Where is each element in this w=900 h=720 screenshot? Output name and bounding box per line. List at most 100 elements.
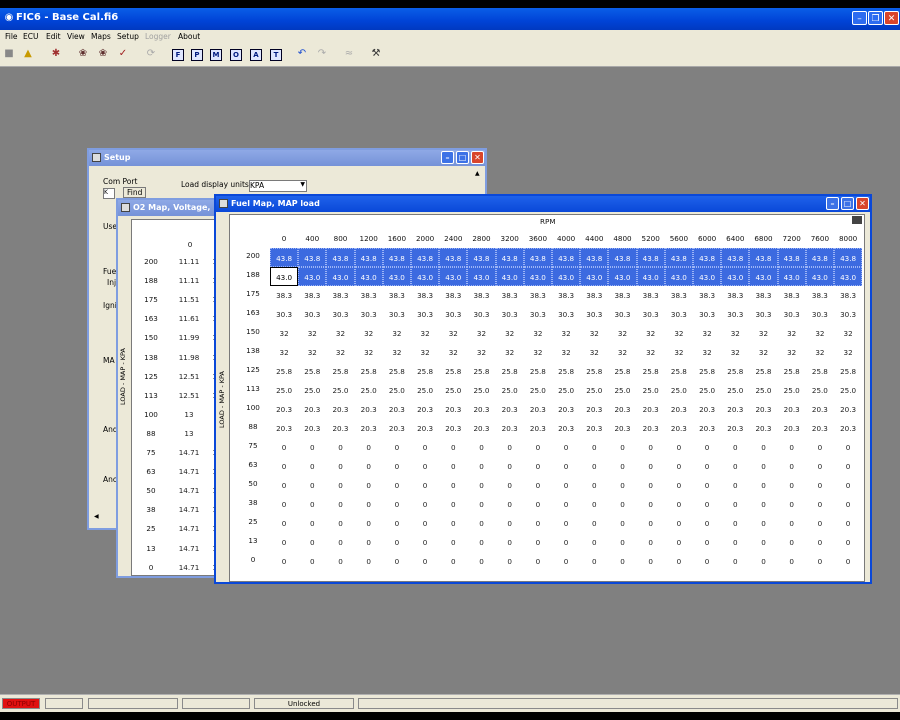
fuel-cell[interactable]: 0 <box>270 495 298 514</box>
fuel-cell[interactable]: 32 <box>749 343 777 362</box>
setup-tools-icon[interactable]: ⚒ <box>370 48 382 60</box>
fuel-cell[interactable]: 0 <box>298 476 326 495</box>
fuel-cell[interactable]: 0 <box>496 457 524 476</box>
fuel-cell[interactable]: 0 <box>778 514 806 533</box>
fuel-cell[interactable]: 43.8 <box>326 248 355 267</box>
fuel-cell[interactable]: 32 <box>383 343 411 362</box>
fuel-cell[interactable]: 32 <box>524 324 552 343</box>
fuel-cell[interactable]: 43.0 <box>552 267 581 286</box>
map-o-icon[interactable]: O <box>230 49 242 61</box>
o2-cell[interactable]: 12.51 <box>174 372 204 381</box>
fuel-cell[interactable]: 0 <box>383 457 411 476</box>
load-row-header[interactable]: 138 <box>240 346 266 355</box>
fuel-cell[interactable]: 0 <box>721 514 749 533</box>
o2-cell[interactable]: 14.71 <box>174 505 204 514</box>
fuel-cell[interactable]: 0 <box>608 438 636 457</box>
fuel-cell[interactable]: 20.3 <box>721 400 749 419</box>
fuel-cell[interactable]: 30.3 <box>637 305 665 324</box>
fuel-cell[interactable]: 0 <box>721 457 749 476</box>
fuel-cell[interactable]: 0 <box>383 476 411 495</box>
fuel-cell[interactable]: 38.3 <box>665 286 693 305</box>
program-icon[interactable]: ✓ <box>117 48 129 60</box>
fuel-cell[interactable]: 0 <box>580 457 608 476</box>
rpm-column-header[interactable]: 0 <box>270 234 298 243</box>
o2-cell[interactable]: 13 <box>174 429 204 438</box>
fuel-cell[interactable]: 25.8 <box>580 362 608 381</box>
fuel-cell[interactable]: 0 <box>806 514 834 533</box>
close-icon[interactable]: ✕ <box>884 11 899 25</box>
fuel-cell[interactable]: 0 <box>270 514 298 533</box>
fuel-cell[interactable]: 38.3 <box>326 286 354 305</box>
fuel-cell[interactable]: 0 <box>749 476 777 495</box>
fuel-cell[interactable]: 0 <box>637 495 665 514</box>
fuel-cell[interactable]: 43.0 <box>411 267 440 286</box>
fuel-cell[interactable]: 32 <box>411 324 439 343</box>
fuel-cell[interactable]: 0 <box>580 533 608 552</box>
fuel-cell[interactable]: 38.3 <box>524 286 552 305</box>
menu-maps[interactable]: Maps <box>91 32 111 41</box>
fuel-cell[interactable]: 0 <box>552 476 580 495</box>
fuel-cell[interactable]: 43.8 <box>298 248 327 267</box>
load-row-header[interactable]: 88 <box>240 422 266 431</box>
fuel-cell[interactable]: 30.3 <box>778 305 806 324</box>
fuel-cell[interactable]: 0 <box>326 552 354 571</box>
fuel-cell[interactable]: 0 <box>637 533 665 552</box>
fuel-cell[interactable]: 0 <box>496 514 524 533</box>
fuel-cell[interactable]: 38.3 <box>439 286 467 305</box>
fuel-cell[interactable]: 43.8 <box>495 248 524 267</box>
fuel-cell[interactable]: 43.8 <box>270 248 299 267</box>
fuel-cell[interactable]: 20.3 <box>298 419 326 438</box>
undo-icon[interactable]: ↶ <box>296 48 308 60</box>
rpm-column-header[interactable]: 6000 <box>693 234 721 243</box>
fuel-cell[interactable]: 0 <box>524 438 552 457</box>
o2-cell[interactable]: 11.11 <box>174 276 204 285</box>
fuel-cell[interactable]: 0 <box>608 495 636 514</box>
fuel-cell[interactable]: 20.3 <box>439 419 467 438</box>
load-row-header[interactable]: 25 <box>240 517 266 526</box>
fuel-cell[interactable]: 0 <box>552 457 580 476</box>
fuel-cell[interactable]: 32 <box>693 324 721 343</box>
fuel-cell[interactable]: 20.3 <box>806 400 834 419</box>
fuel-cell[interactable]: 20.3 <box>637 419 665 438</box>
fuel-cell[interactable]: 0 <box>665 457 693 476</box>
o2-load-row-header[interactable]: 25 <box>138 524 164 533</box>
fuel-cell[interactable]: 0 <box>496 438 524 457</box>
fuel-cell[interactable]: 25.8 <box>439 362 467 381</box>
fuel-cell[interactable]: 43.8 <box>636 248 665 267</box>
fuel-cell[interactable]: 0 <box>693 495 721 514</box>
fuel-cell[interactable]: 0 <box>355 552 383 571</box>
fuel-cell[interactable]: 43.8 <box>439 248 468 267</box>
fuel-minimize-icon[interactable]: – <box>826 197 839 210</box>
o2-cell[interactable]: 14.71 <box>174 563 204 572</box>
rpm-column-header[interactable]: 8000 <box>834 234 862 243</box>
fuel-cell[interactable]: 32 <box>298 324 326 343</box>
fuel-map-title-bar[interactable]: Fuel Map, MAP load – □ ✕ <box>216 196 870 212</box>
o2-map-window[interactable]: O2 Map, Voltage, 0420011.111118811.11111… <box>116 198 228 578</box>
fuel-cell[interactable]: 0 <box>496 476 524 495</box>
fuel-cell[interactable]: 0 <box>608 476 636 495</box>
fuel-cell[interactable]: 30.3 <box>524 305 552 324</box>
fuel-cell[interactable]: 38.3 <box>806 286 834 305</box>
fuel-cell[interactable]: 43.8 <box>608 248 637 267</box>
fuel-cell[interactable]: 32 <box>749 324 777 343</box>
fuel-cell[interactable]: 0 <box>778 533 806 552</box>
o2-cell[interactable]: 11.98 <box>174 353 204 362</box>
fuel-cell[interactable]: 25.0 <box>355 381 383 400</box>
fuel-cell[interactable]: 30.3 <box>580 305 608 324</box>
fuel-cell[interactable]: 32 <box>665 343 693 362</box>
fuel-cell[interactable]: 43.8 <box>354 248 383 267</box>
fuel-cell[interactable]: 32 <box>834 324 862 343</box>
fuel-cell[interactable]: 43.0 <box>298 267 327 286</box>
fuel-cell[interactable]: 25.8 <box>749 362 777 381</box>
fuel-cell[interactable]: 38.3 <box>749 286 777 305</box>
fuel-cell[interactable]: 32 <box>580 324 608 343</box>
fuel-cell[interactable]: 0 <box>608 533 636 552</box>
load-row-header[interactable]: 200 <box>240 251 266 260</box>
o2-load-row-header[interactable]: 200 <box>138 257 164 266</box>
fuel-cell[interactable]: 0 <box>439 457 467 476</box>
fuel-cell[interactable]: 20.3 <box>637 400 665 419</box>
fuel-cell[interactable]: 43.0 <box>382 267 411 286</box>
fuel-cell[interactable]: 20.3 <box>467 419 495 438</box>
fuel-cell[interactable]: 0 <box>665 552 693 571</box>
setup-close-icon[interactable]: ✕ <box>471 151 484 164</box>
